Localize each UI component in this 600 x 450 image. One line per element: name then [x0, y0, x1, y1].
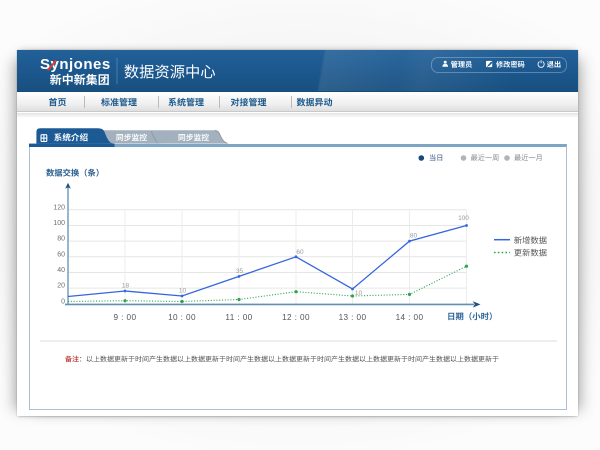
svg-text:10: 10 [355, 290, 363, 297]
svg-text:80: 80 [410, 233, 418, 240]
svg-text:10 : 00: 10 : 00 [168, 313, 196, 322]
svg-text:35: 35 [236, 268, 244, 275]
svg-text:60: 60 [296, 249, 304, 256]
svg-text:9 : 00: 9 : 00 [114, 313, 137, 322]
svg-text:60: 60 [57, 251, 65, 258]
svg-text:14 : 00: 14 : 00 [396, 313, 424, 322]
svg-text:10: 10 [179, 287, 187, 294]
svg-text:0: 0 [61, 298, 65, 305]
svg-text:20: 20 [57, 283, 65, 290]
svg-text:13 : 00: 13 : 00 [339, 313, 367, 322]
svg-text:11 : 00: 11 : 00 [225, 313, 252, 322]
svg-text:12 : 00: 12 : 00 [282, 313, 310, 322]
svg-text:100: 100 [458, 215, 469, 222]
svg-text:80: 80 [57, 236, 65, 243]
svg-text:18: 18 [122, 282, 130, 289]
svg-text:120: 120 [53, 204, 65, 211]
svg-text:40: 40 [57, 267, 65, 274]
svg-text:100: 100 [53, 220, 65, 227]
